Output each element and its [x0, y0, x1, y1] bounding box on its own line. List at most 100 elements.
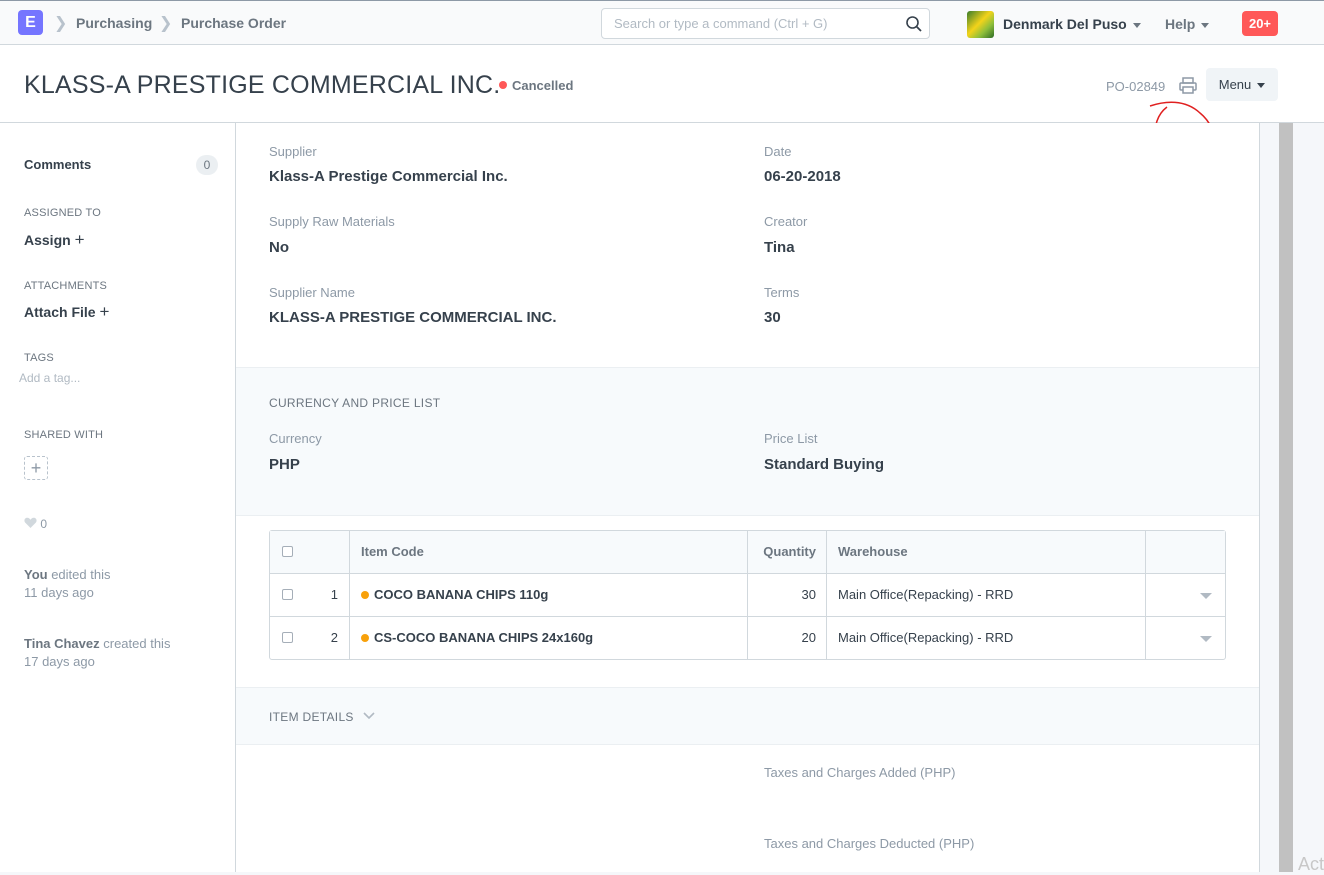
- section-heading-label: ITEM DETAILS: [269, 710, 354, 724]
- help-menu[interactable]: Help: [1165, 16, 1210, 32]
- activity-item: Tina Chavez created this 17 days ago: [24, 635, 170, 671]
- breadcrumb-purchase-order[interactable]: Purchase Order: [181, 15, 286, 31]
- assign-button[interactable]: Assign +: [24, 230, 85, 250]
- chevron-down-icon: [363, 712, 375, 720]
- quantity-cell[interactable]: 20: [748, 617, 826, 659]
- activity-action: edited this: [47, 567, 111, 582]
- activity-action: created this: [99, 636, 171, 651]
- item-details-section[interactable]: ITEM DETAILS: [236, 687, 1259, 745]
- comments-link[interactable]: Comments: [24, 157, 91, 172]
- notifications-badge[interactable]: 20+: [1242, 11, 1278, 36]
- row-expand-icon[interactable]: [1200, 636, 1212, 642]
- creator-label: Creator: [764, 214, 808, 229]
- menu-label: Menu: [1218, 77, 1252, 92]
- search-box[interactable]: [601, 8, 930, 39]
- heart-icon: [24, 517, 37, 528]
- tag-input[interactable]: Add a tag...: [19, 371, 80, 385]
- search-icon[interactable]: [905, 15, 923, 33]
- shared-with-label: SHARED WITH: [24, 429, 104, 441]
- attach-file-button[interactable]: Attach File +: [24, 302, 109, 322]
- activity-time: 11 days ago: [24, 585, 94, 600]
- column-divider: [349, 531, 350, 659]
- comments-count: 0: [196, 155, 218, 175]
- row-checkbox[interactable]: [282, 589, 293, 600]
- document-name: PO-02849: [1106, 79, 1166, 94]
- activity-user[interactable]: Tina Chavez: [24, 636, 100, 651]
- row-index: 2: [330, 630, 338, 645]
- assigned-to-label: ASSIGNED TO: [24, 207, 101, 219]
- section-heading: CURRENCY AND PRICE LIST: [269, 396, 441, 410]
- select-all-checkbox[interactable]: [282, 546, 293, 557]
- column-header-quantity: Quantity: [763, 544, 816, 559]
- attachments-label: ATTACHMENTS: [24, 280, 108, 292]
- avatar[interactable]: [967, 11, 994, 38]
- section-heading: ITEM DETAILS: [269, 710, 375, 724]
- column-divider: [747, 531, 748, 659]
- currency-label: Currency: [269, 431, 322, 446]
- item-indicator-dot: [361, 591, 369, 599]
- page-head: KLASS-A PRESTIGE COMMERCIAL INC. Cancell…: [0, 45, 1324, 182]
- tags-label: TAGS: [24, 352, 54, 364]
- item-code: CS-COCO BANANA CHIPS 24x160g: [374, 630, 594, 645]
- date-label: Date: [764, 144, 792, 159]
- caret-down-icon: [1257, 83, 1266, 89]
- warehouse-cell[interactable]: Main Office(Repacking) - RRD: [838, 617, 1013, 659]
- app-logo[interactable]: E: [18, 10, 43, 35]
- help-label: Help: [1165, 16, 1196, 32]
- price-list-label: Price List: [764, 431, 818, 446]
- print-icon[interactable]: [1177, 76, 1199, 96]
- form-main: Supplier Klass-A Prestige Commercial Inc…: [235, 123, 1260, 872]
- breadcrumb-purchasing[interactable]: Purchasing: [76, 15, 152, 31]
- scrollbar[interactable]: [1279, 123, 1293, 872]
- taxes-added-label: Taxes and Charges Added (PHP): [764, 765, 956, 780]
- item-code-cell[interactable]: COCO BANANA CHIPS 110g: [361, 574, 548, 616]
- price-list-value: Standard Buying: [764, 456, 885, 473]
- plus-icon: +: [99, 302, 110, 321]
- terms-value: 30: [764, 309, 781, 326]
- attach-file-label: Attach File: [24, 304, 96, 320]
- currency-value: PHP: [269, 456, 300, 473]
- quantity-cell[interactable]: 30: [748, 574, 826, 616]
- plus-icon: +: [30, 458, 42, 478]
- user-name: Denmark Del Puso: [1003, 16, 1127, 32]
- supply-raw-label: Supply Raw Materials: [269, 214, 395, 229]
- row-index: 1: [330, 587, 338, 602]
- form-sidebar: Comments 0 ASSIGNED TO Assign + ATTACHME…: [0, 123, 235, 872]
- user-menu[interactable]: Denmark Del Puso: [1003, 16, 1141, 32]
- column-header-item-code: Item Code: [361, 544, 424, 559]
- row-checkbox[interactable]: [282, 632, 293, 643]
- like-button[interactable]: 0: [24, 517, 47, 531]
- supplier-value[interactable]: Klass-A Prestige Commercial Inc.: [269, 168, 508, 185]
- caret-down-icon: [1201, 22, 1210, 28]
- supply-raw-value: No: [269, 239, 289, 256]
- chevron-right-icon: ❯: [159, 15, 173, 32]
- creator-value: Tina: [764, 239, 795, 256]
- warehouse-cell[interactable]: Main Office(Repacking) - RRD: [838, 574, 1013, 616]
- supplier-name-value: KLASS-A PRESTIGE COMMERCIAL INC.: [269, 309, 557, 326]
- row-expand-icon[interactable]: [1200, 593, 1212, 599]
- activity-time: 17 days ago: [24, 654, 95, 669]
- plus-icon: +: [74, 230, 85, 249]
- status-dot: [499, 81, 507, 89]
- status-label: Cancelled: [512, 78, 574, 93]
- page-title: KLASS-A PRESTIGE COMMERCIAL INC.: [24, 71, 501, 99]
- activity-user[interactable]: You: [24, 567, 48, 582]
- column-divider: [1145, 531, 1146, 659]
- share-add-button[interactable]: +: [24, 456, 48, 480]
- search-input[interactable]: [612, 15, 896, 32]
- activity-item: You edited this 11 days ago: [24, 566, 110, 602]
- column-header-warehouse: Warehouse: [838, 544, 908, 559]
- terms-label: Terms: [764, 285, 800, 300]
- column-divider: [826, 531, 827, 659]
- taxes-deducted-label: Taxes and Charges Deducted (PHP): [764, 836, 975, 851]
- item-code: COCO BANANA CHIPS 110g: [374, 587, 549, 602]
- status-indicator: Cancelled: [499, 78, 573, 93]
- date-value: 06-20-2018: [764, 168, 841, 185]
- like-count: 0: [40, 517, 48, 531]
- assign-label: Assign: [24, 232, 71, 248]
- supplier-name-label: Supplier Name: [269, 285, 355, 300]
- items-table: Item Code Quantity Warehouse 1 COCO BANA…: [269, 530, 1226, 660]
- item-code-cell[interactable]: CS-COCO BANANA CHIPS 24x160g: [361, 617, 593, 659]
- currency-section: CURRENCY AND PRICE LIST Currency PHP Pri…: [236, 367, 1259, 516]
- item-indicator-dot: [361, 634, 369, 642]
